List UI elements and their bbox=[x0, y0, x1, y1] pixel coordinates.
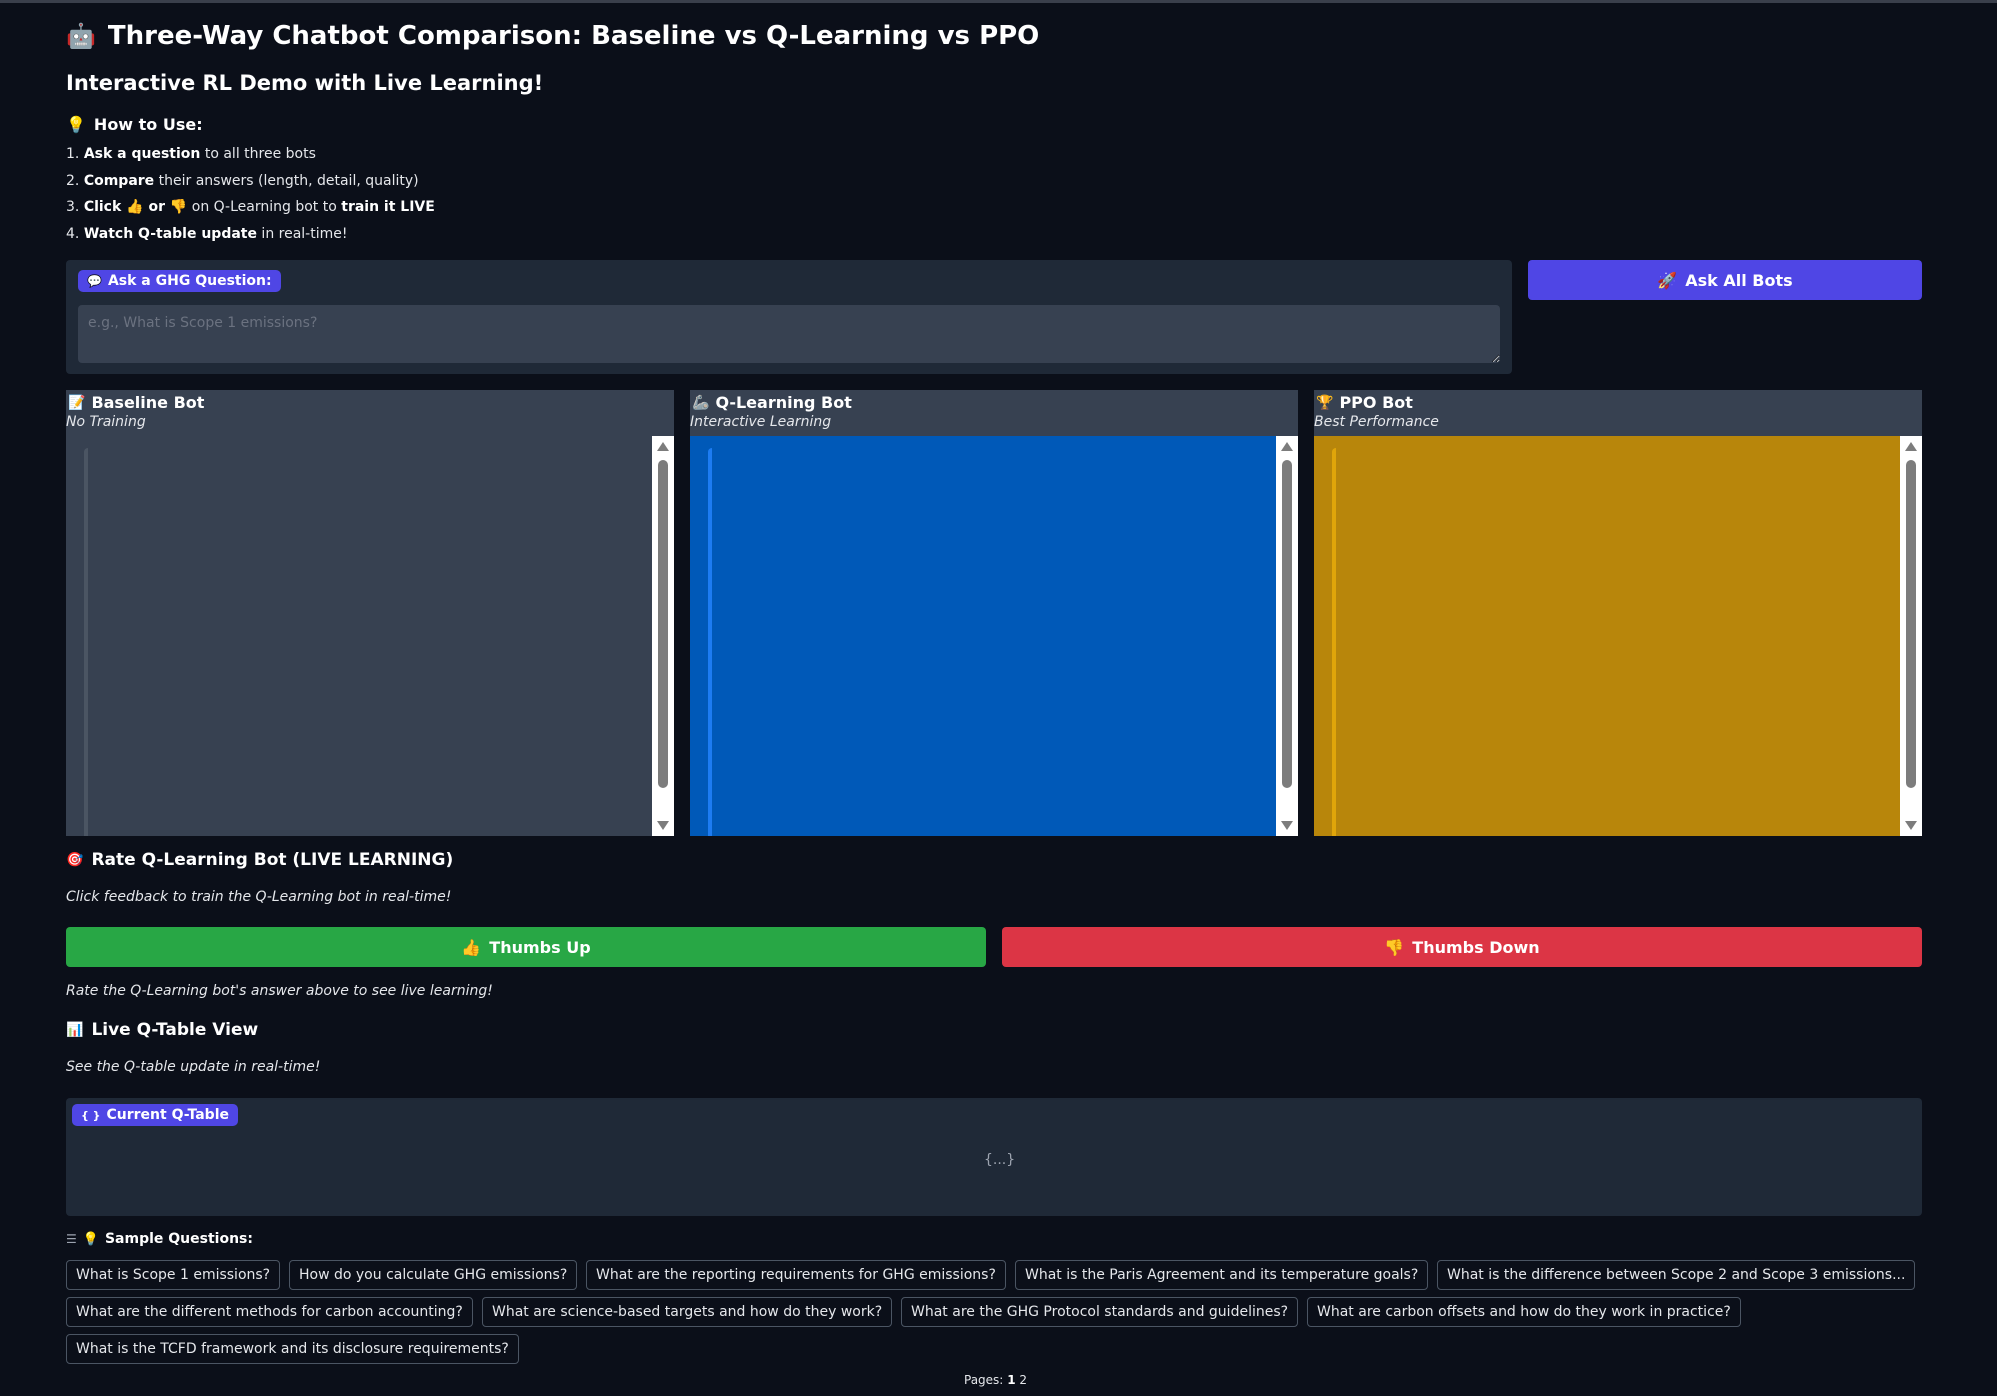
sample-question-chip[interactable]: What are the reporting requirements for … bbox=[586, 1260, 1006, 1290]
sample-question-chip[interactable]: What is the difference between Scope 2 a… bbox=[1437, 1260, 1916, 1290]
scroll-thumb[interactable] bbox=[1906, 460, 1916, 788]
thumbs-up-button[interactable]: 👍 Thumbs Up bbox=[66, 927, 986, 967]
qtable-panel: { } Current Q-Table {...} bbox=[66, 1098, 1922, 1216]
scrollbar[interactable] bbox=[1900, 436, 1922, 836]
question-panel: 💬 Ask a GHG Question: bbox=[66, 260, 1512, 374]
bot-subtitle: No Training bbox=[66, 414, 146, 430]
output-accent-bar bbox=[84, 448, 88, 836]
scroll-down-arrow-icon[interactable] bbox=[1281, 821, 1293, 830]
qtable-json-viewer[interactable]: {...} bbox=[984, 1152, 1015, 1168]
scroll-thumb[interactable] bbox=[658, 460, 668, 788]
ppo-bot-output[interactable] bbox=[1314, 436, 1922, 836]
q-learning-bot-output[interactable] bbox=[690, 436, 1298, 836]
scrollbar[interactable] bbox=[1276, 436, 1298, 836]
sample-question-chip[interactable]: What are the different methods for carbo… bbox=[66, 1297, 473, 1327]
baseline-bot-output[interactable] bbox=[66, 436, 674, 836]
speech-bubble-icon: 💬 bbox=[87, 274, 102, 288]
rocket-icon: 🚀 bbox=[1657, 270, 1678, 290]
scroll-up-arrow-icon[interactable] bbox=[1905, 442, 1917, 451]
scroll-thumb[interactable] bbox=[1282, 460, 1292, 788]
rating-heading: 🎯 Rate Q-Learning Bot (LIVE LEARNING) bbox=[66, 850, 454, 870]
output-accent-bar bbox=[708, 448, 712, 836]
robot-icon: 🤖 bbox=[66, 22, 96, 50]
scroll-up-arrow-icon[interactable] bbox=[657, 442, 669, 451]
memo-icon: 📝 bbox=[68, 394, 86, 411]
bot-subtitle: Interactive Learning bbox=[690, 414, 832, 430]
question-input[interactable] bbox=[78, 305, 1500, 363]
list-icon: ☰ bbox=[66, 1232, 77, 1246]
page-subtitle: Interactive RL Demo with Live Learning! bbox=[66, 71, 544, 95]
thumbs-down-icon: 👎 bbox=[1384, 937, 1405, 957]
sample-question-chip[interactable]: What is Scope 1 emissions? bbox=[66, 1260, 281, 1290]
output-accent-bar bbox=[1332, 448, 1336, 836]
pagination: Pages: 1 2 bbox=[964, 1373, 1028, 1387]
how-to-heading-text: How to Use: bbox=[93, 115, 203, 134]
qtable-hint: See the Q-table update in real-time! bbox=[66, 1059, 321, 1075]
target-icon: 🎯 bbox=[66, 852, 84, 868]
lightbulb-icon: 💡 bbox=[66, 115, 86, 134]
scroll-down-arrow-icon[interactable] bbox=[657, 821, 669, 830]
sample-question-chip[interactable]: What are the GHG Protocol standards and … bbox=[901, 1297, 1299, 1327]
thumbs-down-button[interactable]: 👎 Thumbs Down bbox=[1002, 927, 1922, 967]
lightbulb-icon: 💡 bbox=[82, 1231, 99, 1247]
q-learning-bot-panel: 🦾 Q-Learning Bot Interactive Learning bbox=[690, 390, 1298, 836]
sample-question-chip[interactable]: What is the Paris Agreement and its temp… bbox=[1015, 1260, 1429, 1290]
bot-name: 🏆 PPO Bot bbox=[1316, 393, 1413, 412]
trophy-icon: 🏆 bbox=[1316, 394, 1334, 411]
page-1-link[interactable]: 1 bbox=[1007, 1373, 1015, 1387]
bot-header: 🦾 Q-Learning Bot Interactive Learning bbox=[690, 390, 1298, 436]
ask-all-bots-button[interactable]: 🚀 Ask All Bots bbox=[1528, 260, 1922, 300]
page-2-link[interactable]: 2 bbox=[1019, 1373, 1027, 1387]
thumbs-up-icon: 👍 bbox=[461, 937, 482, 957]
how-to-step: 2. Compare their answers (length, detail… bbox=[66, 172, 419, 189]
ppo-bot-panel: 🏆 PPO Bot Best Performance bbox=[1314, 390, 1922, 836]
scroll-up-arrow-icon[interactable] bbox=[1281, 442, 1293, 451]
sample-question-chip[interactable]: What are carbon offsets and how do they … bbox=[1307, 1297, 1741, 1327]
bot-header: 🏆 PPO Bot Best Performance bbox=[1314, 390, 1922, 436]
qtable-label: { } Current Q-Table bbox=[72, 1104, 238, 1126]
scrollbar[interactable] bbox=[652, 436, 674, 836]
json-braces-icon: { } bbox=[81, 1108, 101, 1122]
sample-question-chip[interactable]: What are science-based targets and how d… bbox=[482, 1297, 893, 1327]
how-to-step: 4. Watch Q-table update in real-time! bbox=[66, 225, 348, 242]
how-to-step: 3. Click 👍 or 👎 on Q-Learning bot to tra… bbox=[66, 199, 435, 216]
how-to-heading: 💡 How to Use: bbox=[66, 115, 203, 134]
sample-question-chip[interactable]: What is the TCFD framework and its discl… bbox=[66, 1334, 519, 1364]
page-title-text: Three-Way Chatbot Comparison: Baseline v… bbox=[107, 21, 1040, 51]
rating-status: Rate the Q-Learning bot's answer above t… bbox=[66, 983, 493, 999]
how-to-step: 1. Ask a question to all three bots bbox=[66, 146, 316, 162]
qtable-heading: 📊 Live Q-Table View bbox=[66, 1020, 259, 1040]
bot-name: 📝 Baseline Bot bbox=[68, 393, 205, 412]
how-to-steps: 1. Ask a question to all three bots 2. C… bbox=[66, 141, 435, 247]
rating-hint: Click feedback to train the Q-Learning b… bbox=[66, 889, 452, 905]
bar-chart-icon: 📊 bbox=[66, 1022, 84, 1038]
question-label: 💬 Ask a GHG Question: bbox=[78, 270, 281, 292]
bot-name: 🦾 Q-Learning Bot bbox=[692, 393, 852, 412]
scroll-down-arrow-icon[interactable] bbox=[1905, 821, 1917, 830]
baseline-bot-panel: 📝 Baseline Bot No Training bbox=[66, 390, 674, 836]
robot-arm-icon: 🦾 bbox=[692, 394, 710, 411]
sample-question-chip[interactable]: How do you calculate GHG emissions? bbox=[289, 1260, 578, 1290]
bot-header: 📝 Baseline Bot No Training bbox=[66, 390, 674, 436]
page-title: 🤖 Three-Way Chatbot Comparison: Baseline… bbox=[66, 21, 1039, 51]
samples-heading: ☰ 💡 Sample Questions: bbox=[66, 1231, 253, 1247]
bot-subtitle: Best Performance bbox=[1314, 414, 1439, 430]
